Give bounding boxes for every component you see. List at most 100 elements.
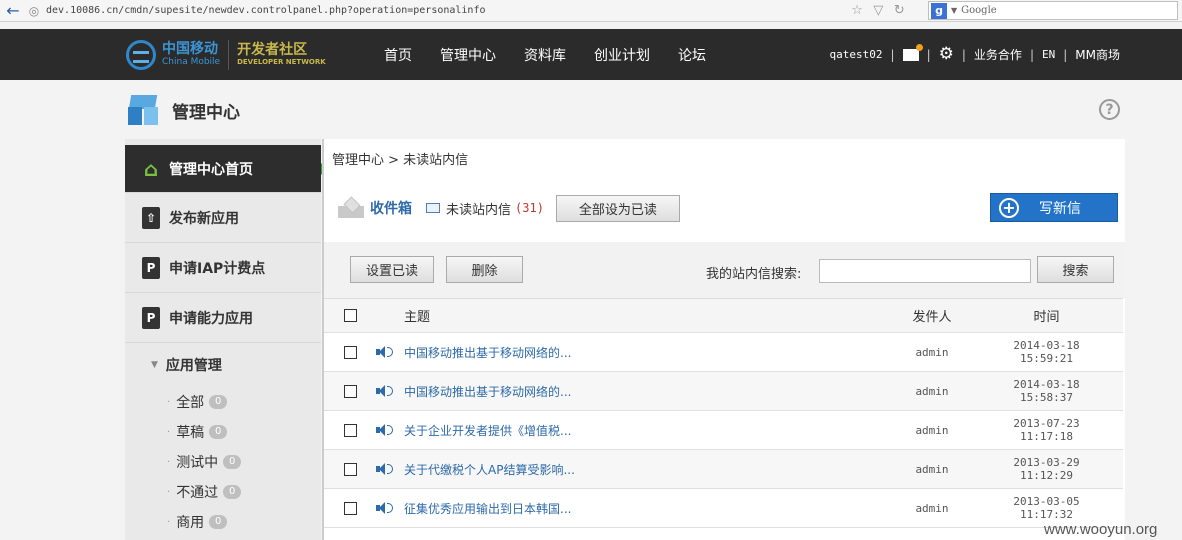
user-area: qatest02 | | ⚙ | 业务合作 | EN | MM商场 [829, 43, 1120, 64]
count-badge: 0 [209, 515, 228, 529]
site-logo[interactable]: 中国移动 China Mobile 开发者社区 DEVELOPER NETWOR… [126, 39, 326, 71]
message-search-input[interactable] [819, 259, 1031, 283]
message-time: 2013-03-29 11:12:29 [1013, 456, 1080, 482]
upload-icon: ⇧ [142, 206, 160, 229]
sidebar-link-label: 草稿 [176, 425, 205, 441]
breadcrumb: 管理中心 > 未读站内信 [332, 153, 469, 168]
parking-icon: P [142, 256, 160, 279]
sidebar-app-management[interactable]: ▼ 应用管理 [125, 343, 321, 387]
sidebar-item-label: 申请IAP计费点 [169, 260, 266, 277]
table-header: 主题 发件人 时间 [324, 298, 1123, 333]
message-time: 2014-03-18 15:59:21 [1013, 339, 1080, 365]
sidebar-link-label: 全部 [176, 395, 205, 411]
language-link[interactable]: EN [1042, 48, 1055, 61]
sidebar-app-management-label: 应用管理 [165, 358, 222, 374]
table-row[interactable]: 中国移动推出基于移动网络的... admin 2014-03-18 15:59:… [324, 333, 1123, 372]
logo-divider [228, 40, 230, 70]
menu-startup-plan[interactable]: 创业计划 [594, 45, 650, 65]
sidebar-link-commercial[interactable]: · 商用 0 [125, 507, 321, 537]
row-checkbox[interactable] [344, 462, 357, 476]
message-subject-link[interactable]: 征集优秀应用输出到日本韩国... [404, 500, 571, 517]
sidebar-link-all[interactable]: · 全部 0 [125, 387, 321, 417]
speaker-icon [376, 423, 394, 437]
row-checkbox[interactable] [344, 423, 357, 437]
select-all-checkbox[interactable] [344, 309, 357, 322]
count-badge: 0 [209, 425, 228, 439]
count-badge: 0 [223, 485, 242, 499]
column-sender: 发件人 [912, 310, 952, 325]
table-row[interactable]: 关于代缴税个人AP结算受影响... admin 2013-03-29 11:12… [324, 450, 1123, 489]
message-sender: admin [915, 384, 949, 398]
menu-library[interactable]: 资料库 [524, 45, 566, 65]
china-mobile-logo-icon [126, 40, 156, 70]
search-button[interactable]: 搜索 [1037, 256, 1114, 283]
parking-icon: P [142, 306, 160, 329]
message-sender: admin [915, 423, 949, 437]
sidebar-link-draft[interactable]: · 草稿 0 [125, 417, 321, 447]
table-row[interactable]: 关于企业开发者提供《增值税... admin 2013-07-23 11:17:… [324, 411, 1123, 450]
unread-count: (31) [515, 201, 544, 215]
globe-icon: ◎ [28, 3, 40, 18]
delete-button[interactable]: 删除 [446, 256, 523, 283]
sidebar-link-label: 不通过 [176, 485, 219, 501]
row-checkbox[interactable] [344, 501, 357, 515]
message-subject-link[interactable]: 关于企业开发者提供《增值税... [404, 422, 571, 439]
home-icon: ⌂ [143, 156, 159, 181]
mark-all-read-button[interactable]: 全部设为已读 [555, 194, 680, 222]
plus-circle-icon: + [999, 197, 1019, 218]
count-badge: 0 [223, 455, 242, 469]
message-sender: admin [915, 462, 949, 476]
search-engine-dropdown-icon[interactable]: ▼ [951, 6, 957, 15]
inbox-link[interactable]: 收件箱 [370, 198, 412, 218]
sidebar-item-label: 发布新应用 [169, 210, 239, 227]
bookmark-star-icon[interactable]: ☆ [851, 3, 863, 18]
compose-button[interactable]: + 写新信 [990, 193, 1118, 222]
menu-home[interactable]: 首页 [384, 45, 412, 65]
envelope-icon [426, 203, 440, 213]
sidebar-item-dashboard[interactable]: ⌂ 管理中心首页 [125, 145, 328, 193]
message-subject-link[interactable]: 中国移动推出基于移动网络的... [404, 383, 571, 400]
main-menu: 首页 管理中心 资料库 创业计划 论坛 [384, 29, 734, 80]
table-row[interactable]: 中国移动推出基于移动网络的... admin 2014-03-18 15:58:… [324, 372, 1123, 411]
speaker-icon [376, 384, 394, 398]
sidebar-item-capability[interactable]: P 申请能力应用 [125, 293, 321, 343]
page-header: 管理中心 [126, 92, 240, 128]
mm-store-link[interactable]: MM商场 [1075, 46, 1120, 63]
sidebar-link-testing[interactable]: · 测试中 0 [125, 447, 321, 477]
mail-icon[interactable] [902, 43, 923, 61]
row-checkbox[interactable] [344, 345, 357, 359]
sidebar-item-publish-app[interactable]: ⇧ 发布新应用 [125, 193, 321, 243]
browser-toolbar: ← ◎ dev.10086.cn/cmdn/supesite/newdev.co… [0, 0, 1182, 22]
speaker-icon [376, 501, 394, 515]
sidebar: ⌂ 管理中心首页 ⇧ 发布新应用 P 申请IAP计费点 P 申请能力应用 ▼ 应… [125, 139, 328, 540]
back-arrow-icon[interactable]: ← [0, 0, 26, 22]
unread-messages-link[interactable]: 未读站内信 [446, 199, 511, 218]
set-read-button[interactable]: 设置已读 [350, 256, 434, 283]
address-bar[interactable]: dev.10086.cn/cmdn/supesite/newdev.contro… [46, 5, 846, 16]
menu-forum[interactable]: 论坛 [678, 45, 706, 65]
help-icon[interactable]: ? [1099, 99, 1120, 120]
business-link[interactable]: 业务合作 [974, 46, 1022, 63]
google-icon[interactable]: g [931, 2, 947, 19]
message-toolbar: 设置已读 删除 我的站内信搜索: 搜索 [324, 242, 1125, 298]
message-subject-link[interactable]: 中国移动推出基于移动网络的... [404, 344, 571, 361]
table-row[interactable]: 征集优秀应用输出到日本韩国... admin 2013-03-05 11:17:… [324, 489, 1123, 528]
row-checkbox[interactable] [344, 384, 357, 398]
menu-management-center[interactable]: 管理中心 [440, 45, 496, 65]
sidebar-item-iap[interactable]: P 申请IAP计费点 [125, 243, 321, 293]
message-time: 2013-07-23 11:17:18 [1013, 417, 1080, 443]
history-dropdown-icon[interactable]: ▽ [873, 3, 883, 18]
page-title: 管理中心 [172, 102, 240, 123]
message-time: 2014-03-18 15:58:37 [1013, 378, 1080, 404]
sidebar-item-label: 申请能力应用 [169, 310, 253, 327]
browser-search-placeholder: Google [961, 5, 997, 16]
reload-icon[interactable]: ↻ [894, 3, 905, 18]
browser-search-box[interactable]: g ▼ Google [928, 1, 1178, 20]
sidebar-link-rejected[interactable]: · 不通过 0 [125, 477, 321, 507]
compose-label: 写新信 [1039, 200, 1081, 217]
inbox-tray-icon [338, 198, 364, 218]
message-subject-link[interactable]: 关于代缴税个人AP结算受影响... [404, 461, 575, 478]
gear-icon[interactable]: ⚙ [939, 46, 954, 63]
message-table: 主题 发件人 时间 中国移动推出基于移动网络的... admin 2014-03… [324, 298, 1123, 528]
username-link[interactable]: qatest02 [830, 48, 883, 61]
